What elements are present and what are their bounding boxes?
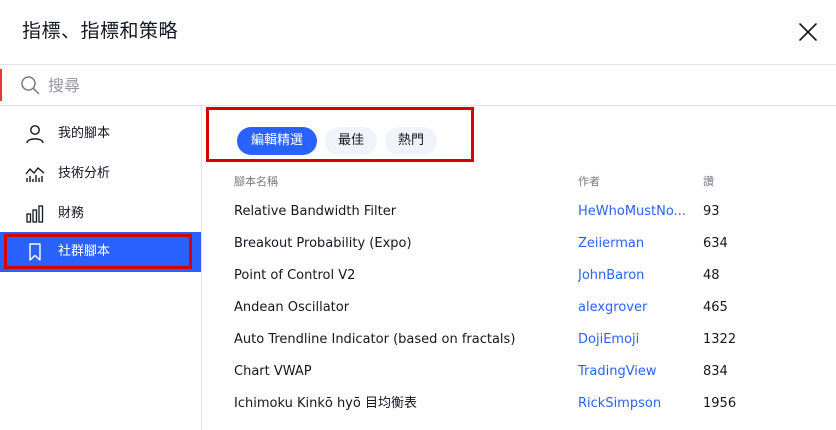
script-author-link[interactable]: alexgrover <box>578 299 688 317</box>
user-icon <box>26 125 44 144</box>
column-header-name: 腳本名稱 <box>234 175 278 188</box>
script-name: Point of Control V2 <box>234 268 356 283</box>
script-name: Ichimoku Kinkō hyō 目均衡表 <box>234 396 417 411</box>
sidebar-item-financials[interactable]: 財務 <box>0 194 201 234</box>
script-likes: 465 <box>703 300 728 315</box>
tab-trending[interactable]: 熱門 <box>385 127 437 155</box>
script-author-link[interactable]: HeWhoMustNo... <box>578 203 688 221</box>
highlight-box-tabs: 編輯精選 最佳 熱門 <box>206 107 474 162</box>
column-header-author: 作者 <box>578 175 600 188</box>
script-author-link[interactable]: JohnBaron <box>578 267 688 285</box>
dialog-header: 指標、指標和策略 <box>0 0 836 64</box>
script-name: Andean Oscillator <box>234 300 350 315</box>
script-author-link[interactable]: TradingView <box>578 363 688 381</box>
table-row[interactable]: Andean Oscillator alexgrover 465 <box>203 292 836 324</box>
close-button[interactable] <box>796 20 820 44</box>
sidebar-item-technicals[interactable]: 技術分析 <box>0 154 201 194</box>
sidebar-item-label: 我的腳本 <box>58 126 111 141</box>
category-sidebar: 我的腳本 技術分析 財務 社群腳本 <box>0 106 202 430</box>
script-likes: 834 <box>703 364 728 379</box>
table-row[interactable]: Point of Control V2 JohnBaron 48 <box>203 260 836 292</box>
search-icon <box>21 76 40 95</box>
tab-editors-picks[interactable]: 編輯精選 <box>237 127 317 155</box>
script-author-link[interactable]: DojiEmoji <box>578 331 688 349</box>
search-bar <box>0 64 836 106</box>
script-likes: 1956 <box>703 396 737 411</box>
sidebar-item-label: 社群腳本 <box>58 244 111 259</box>
tab-top[interactable]: 最佳 <box>325 127 377 155</box>
close-icon <box>799 23 817 41</box>
script-likes: 48 <box>703 268 720 283</box>
script-likes: 634 <box>703 236 728 251</box>
sidebar-item-label: 財務 <box>58 206 85 221</box>
chart-line-icon <box>25 167 45 182</box>
script-name: Chart VWAP <box>234 364 312 379</box>
script-name: Relative Bandwidth Filter <box>234 204 397 219</box>
scripts-panel: 編輯精選 最佳 熱門 腳本名稱 作者 讚 Relative Bandwidth … <box>203 106 836 430</box>
sidebar-item-label: 技術分析 <box>58 166 111 181</box>
script-name: Auto Trendline Indicator (based on fract… <box>234 332 516 347</box>
indicators-dialog: 指標、指標和策略 我的腳本 技術分析 <box>0 0 836 430</box>
table-row[interactable]: Chart VWAP TradingView 834 <box>203 356 836 388</box>
script-likes: 1322 <box>703 332 737 347</box>
search-focus-accent <box>0 69 2 101</box>
bar-chart-icon <box>26 205 44 223</box>
script-likes: 93 <box>703 204 720 219</box>
dialog-title: 指標、指標和策略 <box>22 20 179 42</box>
bookmark-icon <box>29 243 41 261</box>
table-row[interactable]: Auto Trendline Indicator (based on fract… <box>203 324 836 356</box>
table-row[interactable]: Breakout Probability (Expo) Zeiierman 63… <box>203 228 836 260</box>
search-input[interactable] <box>48 71 808 99</box>
table-row[interactable]: Relative Bandwidth Filter HeWhoMustNo...… <box>203 196 836 228</box>
table-row[interactable]: Ichimoku Kinkō hyō 目均衡表 RickSimpson 1956 <box>203 388 836 420</box>
script-author-link[interactable]: Zeiierman <box>578 235 688 253</box>
sidebar-item-community-scripts[interactable]: 社群腳本 <box>0 232 201 272</box>
script-author-link[interactable]: RickSimpson <box>578 395 688 413</box>
sidebar-item-my-scripts[interactable]: 我的腳本 <box>0 114 201 154</box>
script-name: Breakout Probability (Expo) <box>234 236 412 251</box>
column-header-likes: 讚 <box>703 175 714 188</box>
